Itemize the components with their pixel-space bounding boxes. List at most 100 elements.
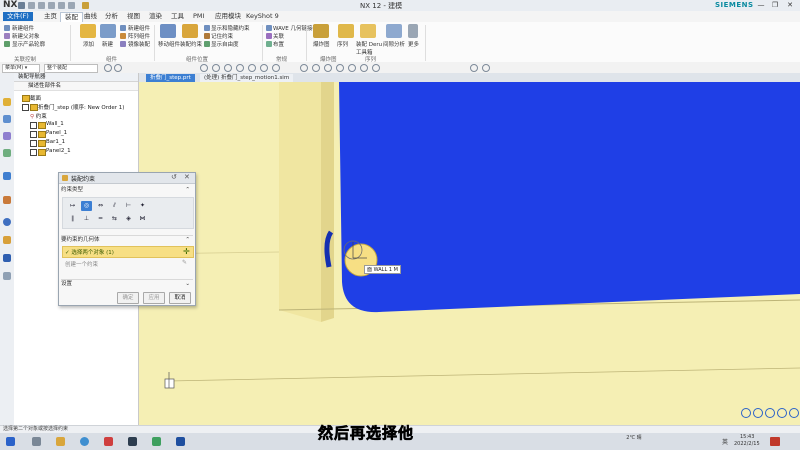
menu-view[interactable]: 视图	[123, 12, 144, 21]
sequence-icon[interactable]	[338, 24, 354, 38]
remember-constraint-icon[interactable]	[204, 33, 210, 39]
copy-icon[interactable]	[58, 2, 65, 9]
wechat-icon[interactable]	[152, 437, 161, 446]
snap-center-icon[interactable]	[236, 64, 244, 72]
reuse-library-icon[interactable]	[3, 149, 11, 157]
dialog-close-icon[interactable]: ✕	[184, 173, 190, 181]
process-studio-icon[interactable]	[3, 236, 11, 244]
snap-point-icon[interactable]	[200, 64, 208, 72]
touch-align-icon[interactable]: ↦	[67, 201, 78, 211]
clock-date[interactable]: 2022/2/15	[734, 441, 760, 447]
display-part-icon[interactable]	[482, 64, 490, 72]
menu-applications[interactable]: 应用模块	[211, 12, 245, 21]
mirror-assembly-icon[interactable]	[120, 41, 126, 47]
new-icon[interactable]	[100, 24, 116, 38]
fix-icon[interactable]: ⫽	[109, 201, 120, 211]
visibility-checkbox[interactable]	[30, 140, 37, 147]
new-component-icon[interactable]	[4, 25, 10, 31]
center-icon[interactable]: ⇆	[109, 214, 120, 224]
snap-face-icon[interactable]	[272, 64, 280, 72]
more-icon[interactable]	[408, 24, 418, 38]
ribbon-assembly-constraint-button[interactable]: 装配约束	[180, 40, 202, 48]
apply-button[interactable]: 应用	[143, 292, 165, 304]
ok-button[interactable]: 确定	[117, 292, 139, 304]
cancel-button[interactable]: 取消	[169, 292, 191, 304]
weather-widget[interactable]: 2℃ 晴	[614, 434, 654, 441]
explorer-icon[interactable]	[56, 437, 65, 446]
collapse-icon[interactable]: ⌃	[185, 236, 190, 245]
select-all-icon[interactable]	[114, 64, 122, 72]
web-browser-icon[interactable]	[3, 172, 11, 180]
home-view-icon[interactable]	[789, 408, 799, 418]
section-constraint-type[interactable]: 约束类型 ⌃	[61, 186, 193, 195]
tab-motion-sim[interactable]: (处理) 折叠门_step_motion1.sim	[200, 74, 294, 82]
menu-file[interactable]: 文件(F)	[3, 12, 33, 21]
show-hide-constraint-icon[interactable]	[204, 25, 210, 31]
ribbon-item-arrangement[interactable]: 布置	[273, 40, 284, 48]
start-icon[interactable]	[6, 437, 15, 446]
input-language[interactable]: 英	[722, 437, 728, 446]
part-navigator-icon[interactable]	[3, 132, 11, 140]
graphics-window[interactable]: 面 WALL 1 M	[139, 82, 800, 425]
snap-intersection-icon[interactable]	[260, 64, 268, 72]
ribbon-exploded-view-button[interactable]: 爆炸图	[313, 40, 330, 48]
window-switch-icon[interactable]	[82, 2, 89, 9]
nx-taskbar-icon[interactable]	[176, 437, 185, 446]
save-icon[interactable]	[18, 2, 25, 9]
edit-icon[interactable]: ✎	[182, 259, 187, 266]
menu-pmi[interactable]: PMI	[189, 12, 208, 21]
ribbon-item-dof[interactable]: 显示自由度	[211, 40, 239, 48]
tree-node[interactable]: Panel_1	[30, 130, 67, 138]
section-view-icon[interactable]	[372, 64, 380, 72]
symmetric-icon[interactable]: ⋈	[137, 214, 148, 224]
deru-toolbox-icon[interactable]	[360, 24, 376, 38]
ribbon-sequence-button[interactable]: 序列	[337, 40, 348, 48]
render-style-icon[interactable]	[348, 64, 356, 72]
pan-view-icon[interactable]	[777, 408, 787, 418]
perpendicular-icon[interactable]: ✦	[137, 201, 148, 211]
ribbon-deru-button[interactable]: 装配 Deru 工具箱	[356, 40, 384, 56]
redo-icon[interactable]	[38, 2, 45, 9]
rotate-icon[interactable]	[312, 64, 320, 72]
bond-icon[interactable]: ═	[95, 214, 106, 224]
select-objects-row[interactable]: ✓ 选择两个对象 (1) ✛	[62, 246, 194, 258]
tree-node[interactable]: Panel2_1	[30, 148, 71, 156]
parallel-icon[interactable]: ⊢	[123, 201, 134, 211]
clock-time[interactable]: 15:43	[740, 434, 754, 440]
app-red-icon[interactable]	[104, 437, 113, 446]
minimize-button[interactable]: —	[755, 0, 767, 11]
new-component-small-icon[interactable]	[120, 25, 126, 31]
wave-linker-icon[interactable]	[266, 25, 272, 31]
ribbon-more-button[interactable]: 更多	[408, 40, 419, 48]
cut-icon[interactable]	[48, 2, 55, 9]
navigator-column-header[interactable]: 描述性部件名	[14, 82, 138, 91]
relations-icon[interactable]	[266, 33, 272, 39]
menu-curve[interactable]: 曲线	[80, 12, 101, 21]
concentric-icon[interactable]: ◎	[81, 201, 92, 211]
ribbon-item-product-outline[interactable]: 显示产品轮廓	[12, 40, 45, 48]
collapse-icon[interactable]: ⌃	[185, 186, 190, 195]
add-icon[interactable]: ✛	[183, 247, 190, 256]
tree-node-constraints[interactable]: ⚲ 约束	[30, 112, 47, 120]
orient-view-icon[interactable]	[360, 64, 368, 72]
exploded-view-icon[interactable]	[313, 24, 329, 38]
ribbon-new-button[interactable]: 新建	[102, 40, 113, 48]
snap-end-icon[interactable]	[212, 64, 220, 72]
move-component-icon[interactable]	[160, 24, 176, 38]
view-fit-icon[interactable]	[300, 64, 308, 72]
dialog-title-bar[interactable]: 装配约束 ↺ ✕	[59, 173, 195, 184]
distance-icon[interactable]: ⇔	[95, 201, 106, 211]
product-outline-icon[interactable]	[4, 41, 10, 47]
arrangement-icon[interactable]	[266, 41, 272, 47]
tab-part[interactable]: 折叠门_step.prt	[146, 74, 195, 82]
menu-dropdown[interactable]: 菜单(M) ▾	[2, 64, 40, 73]
expand-icon[interactable]: ⌄	[185, 280, 190, 289]
ribbon-item-new-component-2[interactable]: 新建组件	[128, 24, 150, 32]
degrees-of-freedom-icon[interactable]	[204, 41, 210, 47]
fit-icon[interactable]: ⊥	[81, 214, 92, 224]
zoom-icon[interactable]	[336, 64, 344, 72]
section-settings[interactable]: 设置 ⌄	[61, 279, 193, 289]
zoom-fit-icon[interactable]	[753, 408, 763, 418]
tree-node-root[interactable]: 折叠门_step (顺序: New Order 1)	[22, 103, 124, 111]
paste-icon[interactable]	[68, 2, 75, 9]
